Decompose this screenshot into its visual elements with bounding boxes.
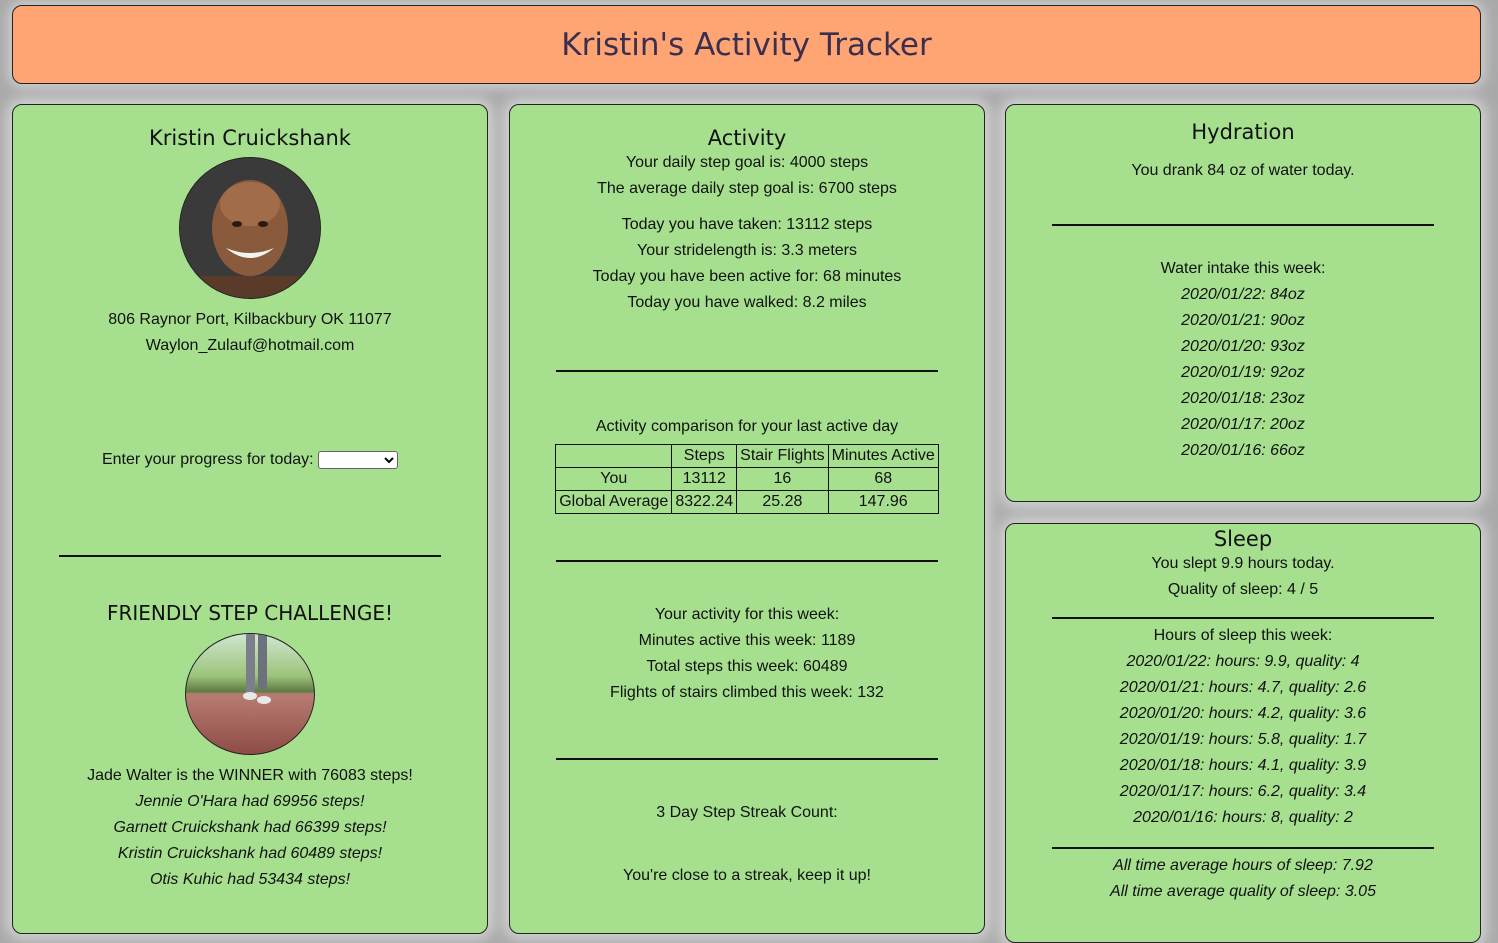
divider [1052,617,1434,619]
water-day-entry: 2020/01/18: 23oz [1181,390,1305,407]
progress-label: Enter your progress for today: [101,451,314,468]
hydration-title: Hydration [1191,120,1295,144]
sleep-day-entry: 2020/01/21: hours: 4.7, quality: 2.6 [1119,679,1367,696]
sleep-card: Sleep You slept 9.9 hours today. Quality… [1005,523,1481,943]
activity-card: Activity Your daily step goal is: 4000 s… [509,104,985,934]
column-header [555,444,673,468]
stride-length: Your stridelength is: 3.3 meters [637,242,857,259]
week-steps: Total steps this week: 60489 [646,658,848,675]
average-step-goal: The average daily step goal is: 6700 ste… [597,180,897,197]
user-avatar [179,157,321,299]
progress-select[interactable] [318,450,399,469]
comparison-table: Steps Stair Flights Minutes Active You 1… [555,444,939,514]
week-minutes: Minutes active this week: 1189 [638,632,856,649]
today-steps: Today you have taken: 13112 steps [621,216,873,233]
column-header: Minutes Active [827,444,939,468]
active-minutes: Today you have been active for: 68 minut… [592,268,902,285]
table-row: Global Average 8322.24 25.28 147.96 [555,490,939,514]
divider [556,560,938,562]
sleep-day-entry: 2020/01/18: hours: 4.1, quality: 3.9 [1119,757,1367,774]
challenge-winner: Jade Walter is the WINNER with 76083 ste… [87,767,413,784]
column-header: Steps [671,444,738,468]
sleep-day-entry: 2020/01/20: hours: 4.2, quality: 3.6 [1119,705,1367,722]
sleep-today: You slept 9.9 hours today. [1151,555,1335,572]
activity-title: Activity [707,126,787,150]
table-row: You 13112 16 68 [555,467,939,491]
water-day-entry: 2020/01/21: 90oz [1181,312,1305,329]
week-activity-title: Your activity for this week: [654,606,840,623]
challenge-title: FRIENDLY STEP CHALLENGE! [106,601,394,625]
table-cell: Global Average [555,490,673,514]
water-day-entry: 2020/01/16: 66oz [1181,442,1305,459]
challenge-entry: Jennie O'Hara had 69956 steps! [135,793,365,810]
streak-title: 3 Day Step Streak Count: [656,804,838,821]
sleep-day-entry: 2020/01/16: hours: 8, quality: 2 [1133,809,1353,826]
challenge-entry: Garnett Cruickshank had 66399 steps! [113,819,387,836]
user-name: Kristin Cruickshank [149,126,351,150]
user-address: 806 Raynor Port, Kilbackbury OK 11077 [108,311,392,328]
water-day-entry: 2020/01/20: 93oz [1181,338,1305,355]
sleep-week-title: Hours of sleep this week: [1153,627,1333,644]
sleep-title: Sleep [1213,527,1273,551]
table-cell: You [555,467,673,491]
sleep-average-quality: All time average quality of sleep: 3.05 [1110,883,1376,900]
app-header: Kristin's Activity Tracker [12,5,1481,84]
sleep-day-entry: 2020/01/19: hours: 5.8, quality: 1.7 [1119,731,1367,748]
water-day-entry: 2020/01/17: 20oz [1181,416,1305,433]
water-today: You drank 84 oz of water today. [1131,162,1355,179]
challenge-entry: Kristin Cruickshank had 60489 steps! [117,845,383,862]
table-header-row: Steps Stair Flights Minutes Active [555,444,939,468]
column-header: Stair Flights [736,444,829,468]
table-cell: 25.28 [736,490,829,514]
water-day-entry: 2020/01/22: 84oz [1181,286,1305,303]
sleep-day-entry: 2020/01/17: hours: 6.2, quality: 3.4 [1119,783,1367,800]
runner-image [185,633,315,755]
sleep-average-hours: All time average hours of sleep: 7.92 [1113,857,1373,874]
divider [59,555,441,557]
miles-walked: Today you have walked: 8.2 miles [627,294,867,311]
profile-card: Kristin Cruickshank 806 Raynor Port, Kil… [12,104,488,934]
table-cell: 13112 [671,467,738,491]
step-goal: Your daily step goal is: 4000 steps [625,154,869,171]
challenge-entry: Otis Kuhic had 53434 steps! [149,871,351,888]
table-cell: 16 [736,467,829,491]
page-title: Kristin's Activity Tracker [561,26,932,63]
water-week-title: Water intake this week: [1160,260,1326,277]
user-email: Waylon_Zulauf@hotmail.com [145,337,355,354]
divider [556,370,938,372]
divider [1052,847,1434,849]
hydration-card: Hydration You drank 84 oz of water today… [1005,104,1481,502]
sleep-day-entry: 2020/01/22: hours: 9.9, quality: 4 [1126,653,1360,670]
table-cell: 68 [827,467,939,491]
divider [1052,224,1434,226]
week-flights: Flights of stairs climbed this week: 132 [610,684,884,701]
comparison-title: Activity comparison for your last active… [595,418,899,435]
progress-row: Enter your progress for today: [13,447,487,473]
table-cell: 8322.24 [671,490,738,514]
divider [556,758,938,760]
sleep-quality: Quality of sleep: 4 / 5 [1167,581,1319,598]
water-day-entry: 2020/01/19: 92oz [1181,364,1305,381]
streak-message: You're close to a streak, keep it up! [623,867,871,884]
table-cell: 147.96 [827,490,939,514]
